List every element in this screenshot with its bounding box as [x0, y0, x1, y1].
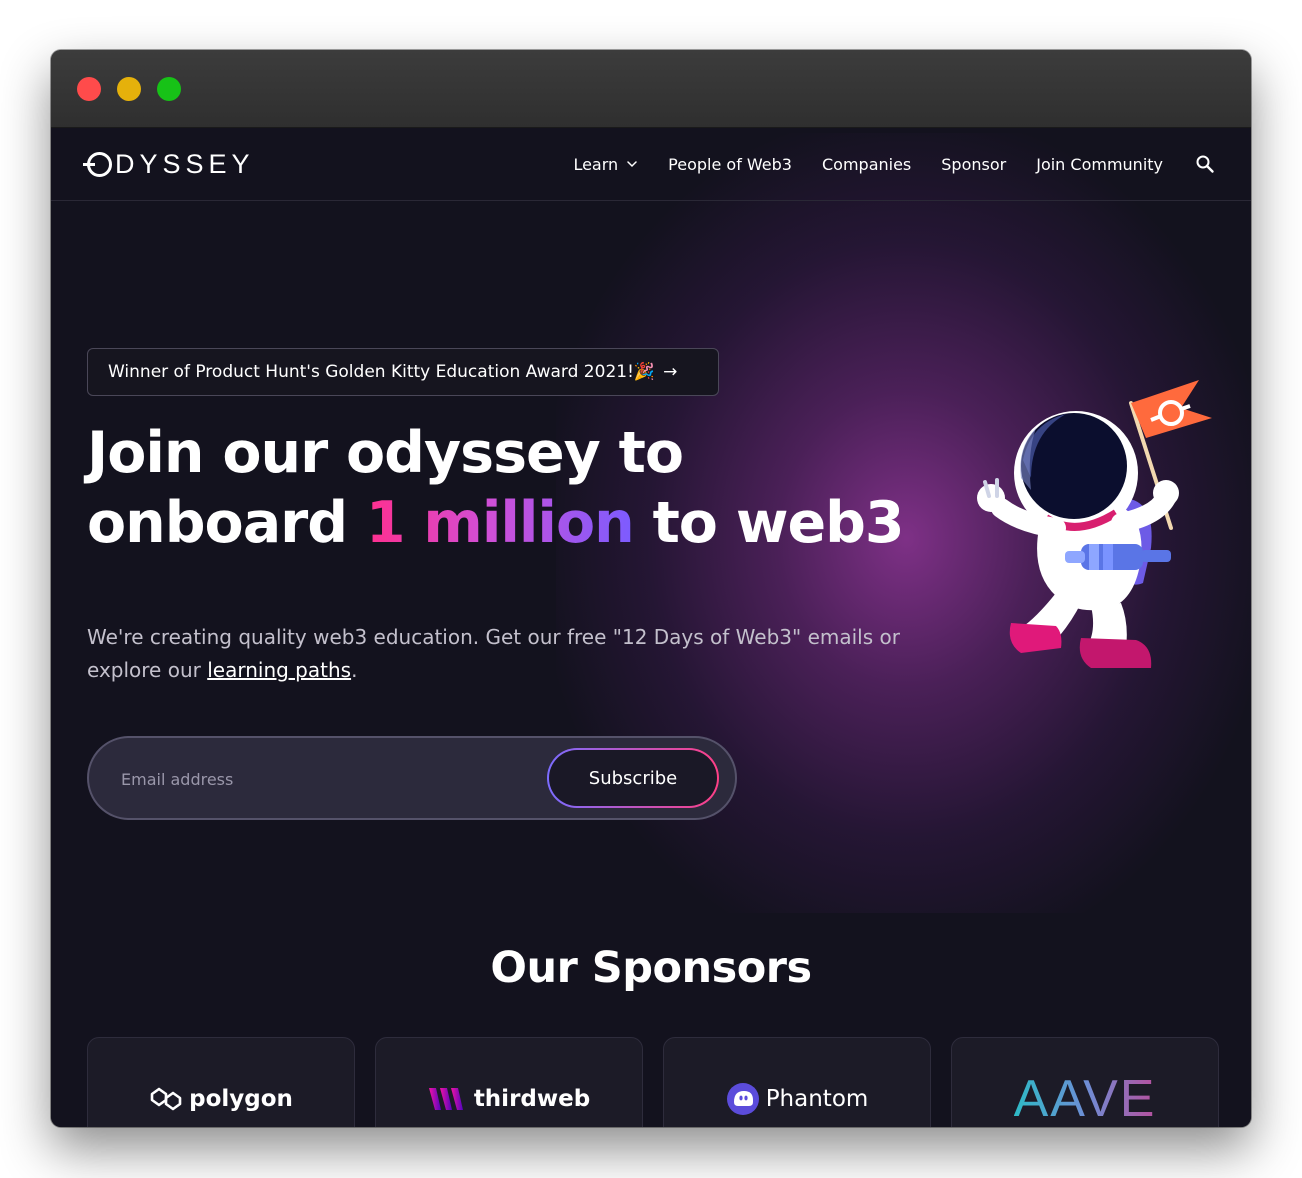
sponsor-card-phantom[interactable]: Phantom: [663, 1037, 931, 1127]
subscribe-form: Subscribe: [87, 736, 737, 820]
phantom-logo-icon: [726, 1083, 759, 1115]
sponsors-grid: polygon thirdweb Phantom AAVE: [87, 1037, 1219, 1127]
learning-paths-link[interactable]: learning paths: [207, 658, 351, 682]
sponsor-name-phantom: Phantom: [765, 1086, 869, 1112]
browser-window: DYSSEY Learn People of Web3 Companies Sp…: [51, 50, 1251, 1127]
award-badge-text: Winner of Product Hunt's Golden Kitty Ed…: [108, 362, 634, 382]
chevron-down-icon: [627, 161, 637, 168]
sponsor-name-aave: AAVE: [1013, 1070, 1157, 1127]
hero-subtitle: We're creating quality web3 education. G…: [87, 621, 917, 687]
close-window-button[interactable]: [77, 77, 101, 101]
nav-people-of-web3[interactable]: People of Web3: [668, 155, 792, 174]
hero-heading-end: to web3: [633, 490, 905, 556]
nav-learn-label: Learn: [573, 154, 619, 174]
party-emoji-icon: 🎉: [633, 362, 656, 382]
subscribe-button-label: Subscribe: [549, 750, 717, 806]
nav-sponsor[interactable]: Sponsor: [941, 155, 1006, 174]
polygon-logo-icon: [150, 1087, 182, 1111]
hero-heading-highlight: 1 million: [365, 490, 635, 556]
minimize-window-button[interactable]: [117, 77, 141, 101]
main-nav: Learn People of Web3 Companies Sponsor J…: [573, 148, 1215, 180]
logo-o-mark: [83, 151, 112, 177]
hero-heading-line1: Join our odyssey to: [87, 420, 684, 486]
sponsor-card-thirdweb[interactable]: thirdweb: [375, 1037, 643, 1127]
sponsor-name-polygon: polygon: [189, 1086, 293, 1112]
maximize-window-button[interactable]: [157, 77, 181, 101]
subscribe-button[interactable]: Subscribe: [547, 748, 719, 808]
page-content: DYSSEY Learn People of Web3 Companies Sp…: [51, 128, 1251, 1127]
search-icon[interactable]: [1195, 154, 1215, 174]
nav-join-community[interactable]: Join Community: [1036, 155, 1163, 174]
sponsor-name-thirdweb: thirdweb: [473, 1086, 591, 1112]
email-input[interactable]: [119, 760, 543, 798]
nav-companies[interactable]: Companies: [822, 155, 911, 174]
sponsor-card-polygon[interactable]: polygon: [87, 1037, 355, 1127]
nav-learn[interactable]: Learn: [573, 155, 638, 174]
hero-heading-onboard: onboard: [87, 490, 366, 556]
sponsor-card-aave[interactable]: AAVE: [951, 1037, 1219, 1127]
logo-text: DYSSEY: [115, 149, 255, 179]
hero-heading: Join our odyssey to onboard 1 million to…: [87, 418, 967, 558]
arrow-right-icon: →: [663, 362, 678, 382]
thirdweb-logo-icon: [428, 1088, 463, 1110]
astronaut-illustration: [977, 380, 1212, 668]
award-badge-link[interactable]: Winner of Product Hunt's Golden Kitty Ed…: [87, 348, 719, 396]
window-titlebar: [51, 50, 1251, 128]
site-header: DYSSEY Learn People of Web3 Companies Sp…: [51, 128, 1251, 201]
odyssey-logo[interactable]: DYSSEY: [83, 148, 255, 180]
hero-heading-line2: onboard 1 million to web3: [87, 488, 967, 558]
sponsors-heading: Our Sponsors: [490, 943, 812, 993]
hero-subtitle-end: .: [351, 658, 358, 682]
